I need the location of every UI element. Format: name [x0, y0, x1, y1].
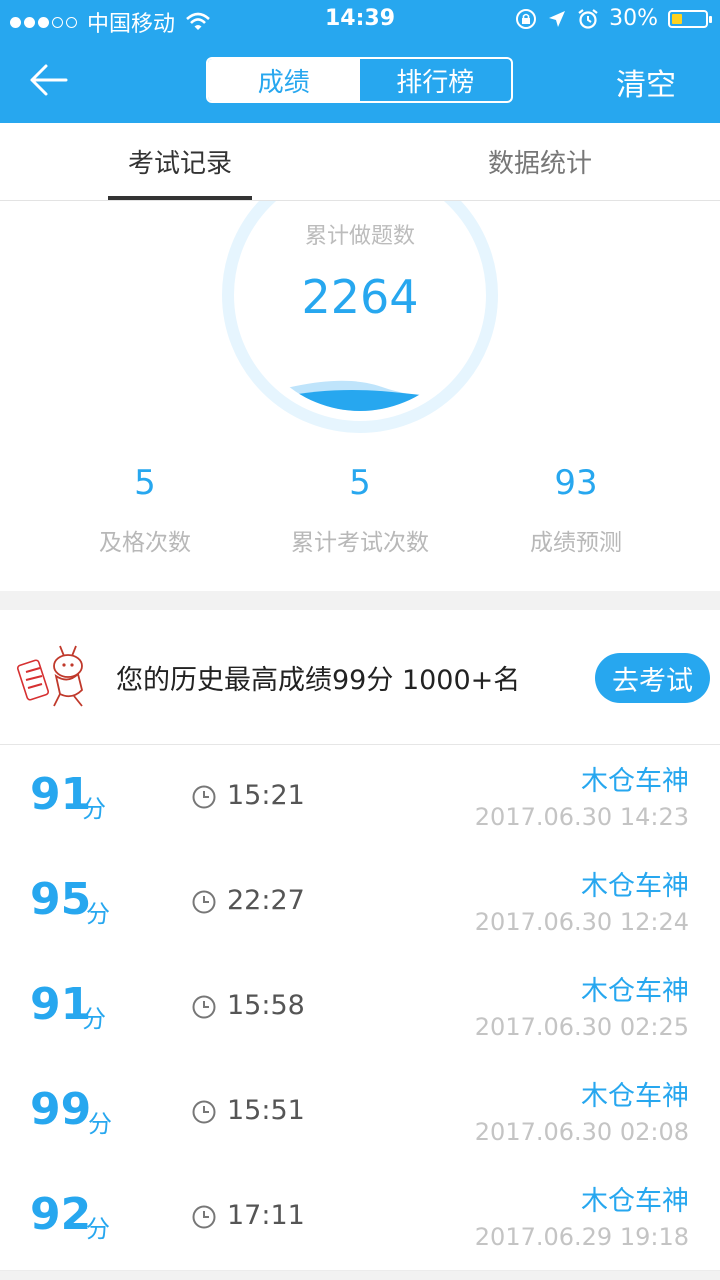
record-row[interactable]: 92 分 17:11 木仓车神 2017.06.29 19:18 — [0, 1165, 720, 1271]
app-header: 中国移动 14:39 30% 成绩 排行榜 清空 — [0, 0, 720, 123]
tab-bar: 考试记录 数据统计 — [0, 123, 720, 201]
location-icon — [549, 10, 566, 27]
clock-icon — [192, 785, 216, 809]
best-score-banner: 您的历史最高成绩99分 1000+名 去考试 — [0, 610, 720, 745]
score-unit: 分 — [82, 795, 106, 823]
stats-panel: 累计做题数 2264 5 及格次数 5 累计考试次数 93 成绩预测 — [0, 201, 720, 591]
score-unit: 分 — [86, 1215, 110, 1243]
record-user-name: 木仓车神 — [581, 976, 689, 1007]
lock-rotation-icon — [516, 8, 537, 29]
battery-fill — [672, 13, 682, 24]
tab-exam-records[interactable]: 考试记录 — [108, 123, 252, 200]
clock-icon — [192, 1100, 216, 1124]
back-arrow-icon[interactable] — [28, 62, 68, 98]
segment-ranking[interactable]: 排行榜 — [360, 59, 512, 101]
pass-count-label: 及格次数 — [99, 530, 191, 556]
tab-data-stats[interactable]: 数据统计 — [468, 123, 612, 200]
record-duration: 15:21 — [227, 780, 305, 811]
segment-score[interactable]: 成绩 — [208, 59, 360, 101]
record-row[interactable]: 95 分 22:27 木仓车神 2017.06.30 12:24 — [0, 850, 720, 956]
record-date: 2017.06.30 02:08 — [474, 1118, 689, 1146]
record-row[interactable]: 91 分 15:58 木仓车神 2017.06.30 02:25 — [0, 955, 720, 1061]
record-user-name: 木仓车神 — [581, 871, 689, 902]
record-date: 2017.06.30 02:25 — [474, 1013, 689, 1041]
rabbit-mascot-icon — [16, 645, 83, 707]
score-unit: 分 — [88, 1110, 112, 1138]
record-duration: 22:27 — [227, 885, 305, 916]
clock-icon — [192, 995, 216, 1019]
record-duration: 17:11 — [227, 1200, 305, 1231]
segment-control: 成绩 排行榜 — [206, 57, 513, 103]
score-unit: 分 — [86, 900, 110, 928]
record-score: 92 — [30, 1189, 92, 1240]
best-score-text: 您的历史最高成绩99分 1000+名 — [116, 665, 521, 696]
record-user-name: 木仓车神 — [581, 1081, 689, 1112]
tab-indicator — [108, 196, 252, 200]
record-duration: 15:51 — [227, 1095, 305, 1126]
record-score: 99 — [30, 1084, 92, 1135]
score-prediction-value: 93 — [554, 463, 598, 503]
record-date: 2017.06.29 19:18 — [474, 1223, 689, 1251]
total-questions-value: 2264 — [301, 270, 418, 324]
clock-icon — [192, 890, 216, 914]
record-user-name: 木仓车神 — [581, 766, 689, 797]
record-user-name: 木仓车神 — [581, 1186, 689, 1217]
clear-button[interactable]: 清空 — [616, 60, 676, 104]
total-questions-label: 累计做题数 — [305, 224, 415, 249]
record-date: 2017.06.30 12:24 — [474, 908, 689, 936]
record-row[interactable]: 99 分 15:51 木仓车神 2017.06.30 02:08 — [0, 1060, 720, 1166]
record-score: 95 — [30, 874, 92, 925]
battery-percent: 30% — [609, 6, 658, 31]
record-row[interactable]: 91 分 15:21 木仓车神 2017.06.30 14:23 — [0, 745, 720, 851]
record-duration: 15:58 — [227, 990, 305, 1021]
exam-count-label: 累计考试次数 — [291, 530, 429, 556]
score-unit: 分 — [82, 1005, 106, 1033]
battery-icon — [668, 9, 712, 28]
clock-icon — [192, 1205, 216, 1229]
status-bar: 中国移动 14:39 30% — [0, 0, 720, 40]
pass-count-value: 5 — [134, 463, 156, 503]
record-date: 2017.06.30 14:23 — [474, 803, 689, 831]
score-prediction-label: 成绩预测 — [530, 530, 622, 556]
water-progress-circle: 累计做题数 2264 — [222, 201, 498, 433]
go-exam-button[interactable]: 去考试 — [595, 653, 710, 703]
alarm-icon — [578, 8, 598, 29]
exam-count-value: 5 — [349, 463, 371, 503]
